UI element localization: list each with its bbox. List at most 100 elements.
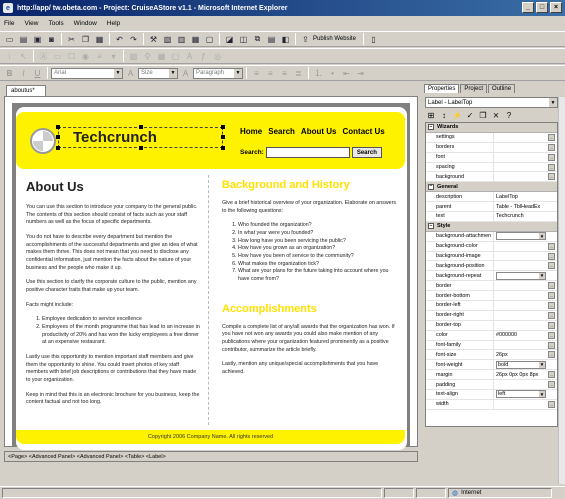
property-value[interactable]: bold ▼	[494, 360, 557, 369]
ellipsis-button[interactable]: …	[548, 341, 555, 349]
ellipsis-button[interactable]: …	[548, 311, 555, 319]
property-value[interactable]: …	[494, 400, 557, 409]
cut-icon[interactable]: ✂	[65, 33, 78, 46]
property-value[interactable]: …	[494, 172, 557, 181]
property-row[interactable]: background-position…	[426, 261, 557, 272]
paste-icon[interactable]: ▦	[93, 33, 106, 46]
publish-icon[interactable]: ⇪	[299, 33, 312, 46]
property-value[interactable]: …	[494, 281, 557, 290]
font-color-icon[interactable]: A	[124, 67, 137, 80]
property-dropdown[interactable]: ▼	[496, 271, 546, 280]
property-category[interactable]: − Wizards	[426, 123, 557, 133]
property-value[interactable]: LabelTop	[494, 192, 557, 201]
property-dropdown[interactable]: bold ▼	[496, 360, 546, 369]
nav-search[interactable]: Search	[268, 127, 295, 136]
property-value[interactable]: …	[494, 242, 557, 251]
property-value[interactable]: …	[494, 341, 557, 350]
property-value[interactable]: …	[494, 291, 557, 300]
align-right-icon[interactable]: ≡	[278, 67, 291, 80]
ellipsis-button[interactable]: …	[548, 133, 555, 141]
property-row[interactable]: background-repeat ▼	[426, 271, 557, 282]
events-icon[interactable]: ⚡	[451, 109, 463, 121]
resize-handle[interactable]	[56, 135, 60, 139]
property-dropdown[interactable]: ▼	[496, 232, 546, 241]
ellipsis-button[interactable]: …	[548, 351, 555, 359]
resize-handle[interactable]	[56, 146, 60, 150]
link-tool-icon[interactable]: ⚲	[141, 50, 154, 63]
nav-home[interactable]: Home	[240, 127, 262, 136]
open-icon[interactable]: ▤	[17, 33, 30, 46]
property-value[interactable]: left ▼	[494, 390, 557, 399]
italic-icon[interactable]: I	[17, 67, 30, 80]
ordered-list-icon[interactable]: ⒈	[312, 67, 325, 80]
tag-path-bar[interactable]: <Page> <Advanced Panel> <Advanced Panel>…	[4, 451, 418, 462]
property-row[interactable]: parent Table - TblHeadEx	[426, 202, 557, 213]
property-row[interactable]: text-align left ▼	[426, 390, 557, 400]
table-tool-icon[interactable]: ▦	[155, 50, 168, 63]
object-select[interactable]: Label - LabelTop ▼	[425, 97, 558, 108]
nav-about-us[interactable]: About Us	[301, 127, 337, 136]
property-row[interactable]: font-family…	[426, 340, 557, 351]
form-icon[interactable]: ▤	[265, 33, 278, 46]
ellipsis-button[interactable]: …	[548, 292, 555, 300]
table-icon[interactable]: ▥	[175, 33, 188, 46]
help-icon[interactable]: ?	[503, 109, 515, 121]
property-row[interactable]: border…	[426, 281, 557, 292]
resize-handle[interactable]	[221, 125, 225, 129]
radio-icon[interactable]: ◉	[79, 50, 92, 63]
tab-properties[interactable]: Properties	[424, 84, 460, 93]
property-value[interactable]: ▼	[494, 271, 557, 280]
resize-handle[interactable]	[139, 146, 143, 150]
image-tool-icon[interactable]: ▨	[127, 50, 140, 63]
search-input[interactable]	[265, 147, 350, 158]
cursor-icon[interactable]: ↖	[17, 50, 30, 63]
resize-handle[interactable]	[56, 125, 60, 129]
layout-icon[interactable]: ◫	[237, 33, 250, 46]
property-row[interactable]: background-color…	[426, 241, 557, 252]
resize-handle[interactable]	[221, 135, 225, 139]
bullet-icon[interactable]: ⁝	[3, 50, 16, 63]
menu-tools[interactable]: Tools	[48, 20, 63, 27]
property-value[interactable]: …	[494, 133, 557, 142]
collapse-icon[interactable]: −	[428, 183, 434, 190]
property-row[interactable]: border-right…	[426, 310, 557, 321]
menu-file[interactable]: File	[4, 20, 14, 27]
new-icon[interactable]: ▭	[3, 33, 16, 46]
clear-icon[interactable]: ⨯	[490, 109, 502, 121]
tools-icon[interactable]: ⚒	[147, 33, 160, 46]
ellipsis-button[interactable]: …	[548, 143, 555, 151]
property-row[interactable]: borders…	[426, 142, 557, 153]
image-icon[interactable]: ▧	[161, 33, 174, 46]
bold-icon[interactable]: B	[3, 67, 16, 80]
property-value[interactable]: Techcrunch	[494, 212, 557, 221]
ellipsis-button[interactable]: …	[548, 153, 555, 161]
menu-view[interactable]: View	[24, 20, 38, 27]
list-icon[interactable]: ≡	[93, 50, 106, 63]
ellipsis-button[interactable]: …	[548, 321, 555, 329]
nav-contact-us[interactable]: Contact Us	[342, 127, 384, 136]
property-value[interactable]: …	[494, 301, 557, 310]
label-tool-icon[interactable]: A	[183, 50, 196, 63]
format-select[interactable]: Paragraph ▼	[193, 67, 243, 79]
property-row[interactable]: border-left…	[426, 301, 557, 311]
unordered-list-icon[interactable]: •	[326, 67, 339, 80]
property-row[interactable]: text Techcrunch	[426, 212, 557, 222]
save-all-icon[interactable]: ◙	[45, 33, 58, 46]
property-row[interactable]: background…	[426, 172, 557, 183]
copy-style-icon[interactable]: ❐	[477, 109, 489, 121]
property-value[interactable]: 26px…	[494, 350, 557, 359]
apply-icon[interactable]: ✓	[464, 109, 476, 121]
ellipsis-button[interactable]: …	[548, 242, 555, 250]
property-value[interactable]: #000000…	[494, 331, 557, 340]
brand-label[interactable]: Techcrunch	[56, 125, 225, 150]
media-icon[interactable]: ◎	[211, 50, 224, 63]
align-icon[interactable]: ◪	[223, 33, 236, 46]
property-row[interactable]: font-weight bold ▼	[426, 360, 557, 371]
panel-icon[interactable]: ▢	[203, 33, 216, 46]
menu-help[interactable]: Help	[107, 20, 120, 27]
property-row[interactable]: color #000000…	[426, 330, 557, 341]
collapse-icon[interactable]: −	[428, 223, 434, 230]
ellipsis-button[interactable]: …	[548, 381, 555, 389]
ellipsis-button[interactable]: …	[548, 400, 555, 408]
button-icon[interactable]: ▭	[51, 50, 64, 63]
